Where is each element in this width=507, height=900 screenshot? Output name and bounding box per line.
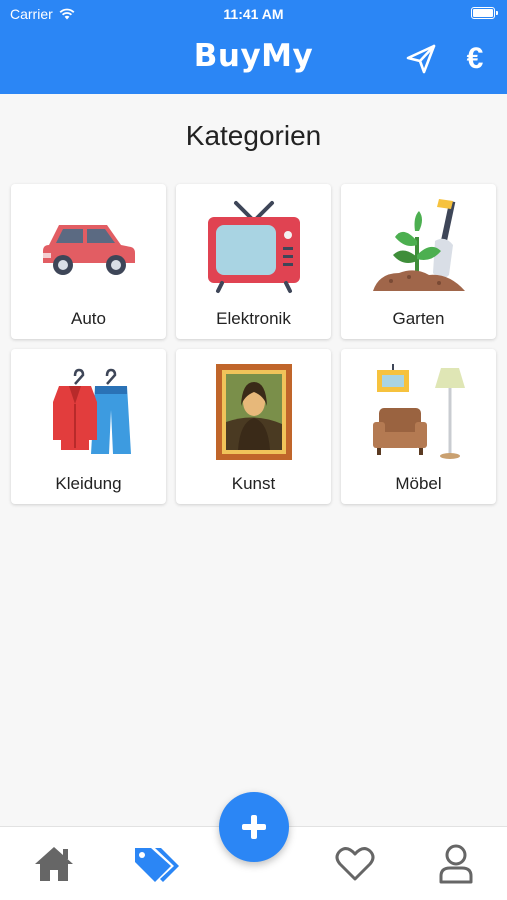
app-bar: Carrier 11:41 AM BuyMy €	[0, 0, 507, 94]
page-title: Kategorien	[185, 120, 322, 151]
category-card-kunst[interactable]: Kunst	[176, 349, 331, 504]
garden-plant-icon	[341, 192, 496, 302]
category-label: Garten	[392, 309, 445, 328]
currency-button[interactable]: €	[458, 42, 492, 76]
send-button[interactable]	[404, 42, 438, 76]
status-time: 11:41 AM	[223, 6, 284, 22]
category-label: Möbel	[395, 474, 442, 493]
tv-icon	[176, 192, 331, 302]
painting-icon	[176, 357, 331, 467]
add-icon	[242, 815, 266, 839]
category-card-elektronik[interactable]: Elektronik	[176, 184, 331, 339]
category-grid: Auto Elektronik Garten Kleidung Kunst Mö…	[11, 184, 497, 504]
category-label: Auto	[71, 309, 106, 328]
category-card-auto[interactable]: Auto	[11, 184, 166, 339]
car-icon	[11, 192, 166, 302]
paper-plane-icon	[406, 44, 436, 74]
category-label: Elektronik	[216, 309, 291, 328]
home-icon	[35, 847, 73, 881]
category-label: Kunst	[231, 474, 276, 493]
user-icon	[439, 844, 473, 884]
category-card-garten[interactable]: Garten	[341, 184, 496, 339]
category-label: Kleidung	[55, 474, 122, 493]
tab-home[interactable]	[29, 839, 79, 889]
clothes-icon	[11, 357, 166, 467]
tags-icon	[135, 848, 179, 882]
category-card-moebel[interactable]: Möbel	[341, 349, 496, 504]
category-card-kleidung[interactable]: Kleidung	[11, 349, 166, 504]
battery-icon	[471, 7, 498, 19]
tab-categories[interactable]	[131, 839, 181, 889]
heart-icon	[335, 847, 375, 881]
furniture-icon	[341, 357, 496, 467]
tab-profile[interactable]	[431, 839, 481, 889]
add-listing-button[interactable]	[219, 792, 289, 862]
tab-favorites[interactable]	[330, 839, 380, 889]
status-bar: Carrier 11:41 AM	[0, 0, 507, 28]
